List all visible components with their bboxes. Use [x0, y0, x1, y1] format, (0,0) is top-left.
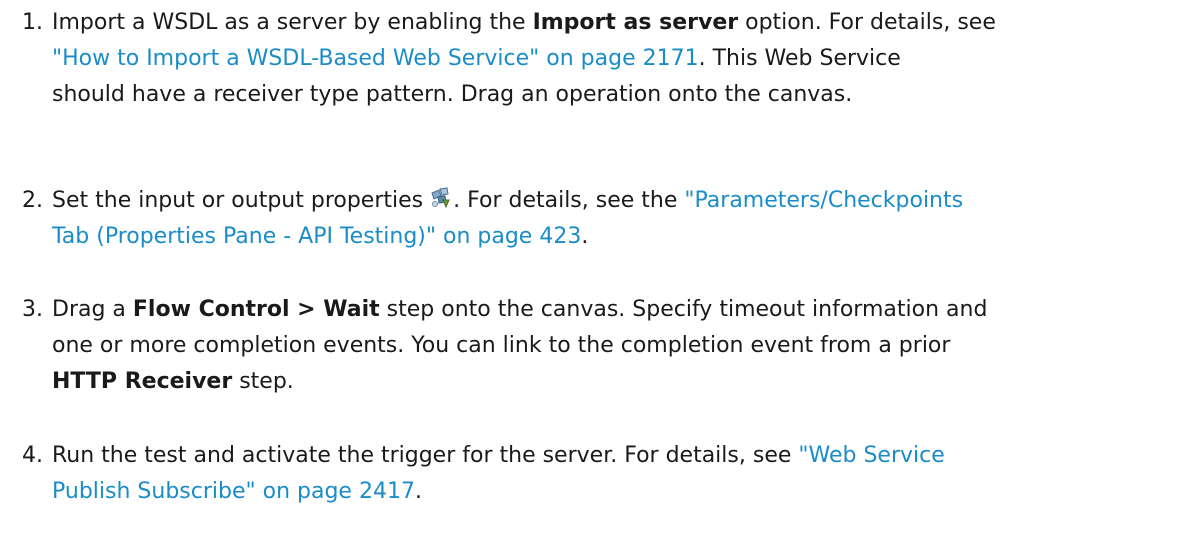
step-2: 2. Set the input or output properties . … [22, 183, 1180, 255]
step-text: Drag a [52, 297, 133, 322]
step-text: step onto the canvas. Specify timeout in… [379, 297, 988, 322]
step-text: . [414, 479, 422, 504]
step-text: . [581, 224, 589, 249]
step-text: option. For details, see [738, 10, 996, 35]
step-text: step. [232, 369, 294, 394]
flow-control-wait-term: Flow Control > Wait [132, 297, 380, 322]
step-text: Set the input or output properties [52, 188, 424, 213]
step-4: 4. Run the test and activate the trigger… [22, 438, 1180, 510]
step-number: 4. [22, 443, 43, 468]
step-1: 1. Import a WSDL as a server by enabling… [22, 5, 1180, 113]
step-text: Import a WSDL as a server by enabling th… [52, 10, 533, 35]
import-wsdl-link[interactable]: "How to Import a WSDL-Based Web Service"… [52, 46, 699, 71]
step-number: 2. [22, 188, 43, 213]
step-3: 3. Drag a Flow Control > Wait step onto … [22, 292, 1180, 400]
parameters-checkpoints-link-cont[interactable]: Tab (Properties Pane - API Testing)" on … [52, 224, 581, 249]
web-service-publish-subscribe-link[interactable]: "Web Service [798, 443, 944, 468]
http-receiver-term: HTTP Receiver [52, 369, 233, 394]
step-text: . This Web Service [698, 46, 901, 71]
step-number: 3. [22, 297, 43, 322]
step-text: should have a receiver type pattern. Dra… [52, 82, 853, 107]
properties-icon [429, 185, 453, 209]
step-text: Run the test and activate the trigger fo… [52, 443, 799, 468]
step-text: . For details, see the [453, 188, 685, 213]
step-number: 1. [22, 10, 43, 35]
import-as-server-term: Import as server [532, 10, 739, 35]
step-text: one or more completion events. You can l… [52, 333, 951, 358]
web-service-publish-subscribe-link-cont[interactable]: Publish Subscribe" on page 2417 [52, 479, 415, 504]
parameters-checkpoints-link[interactable]: "Parameters/Checkpoints [684, 188, 963, 213]
